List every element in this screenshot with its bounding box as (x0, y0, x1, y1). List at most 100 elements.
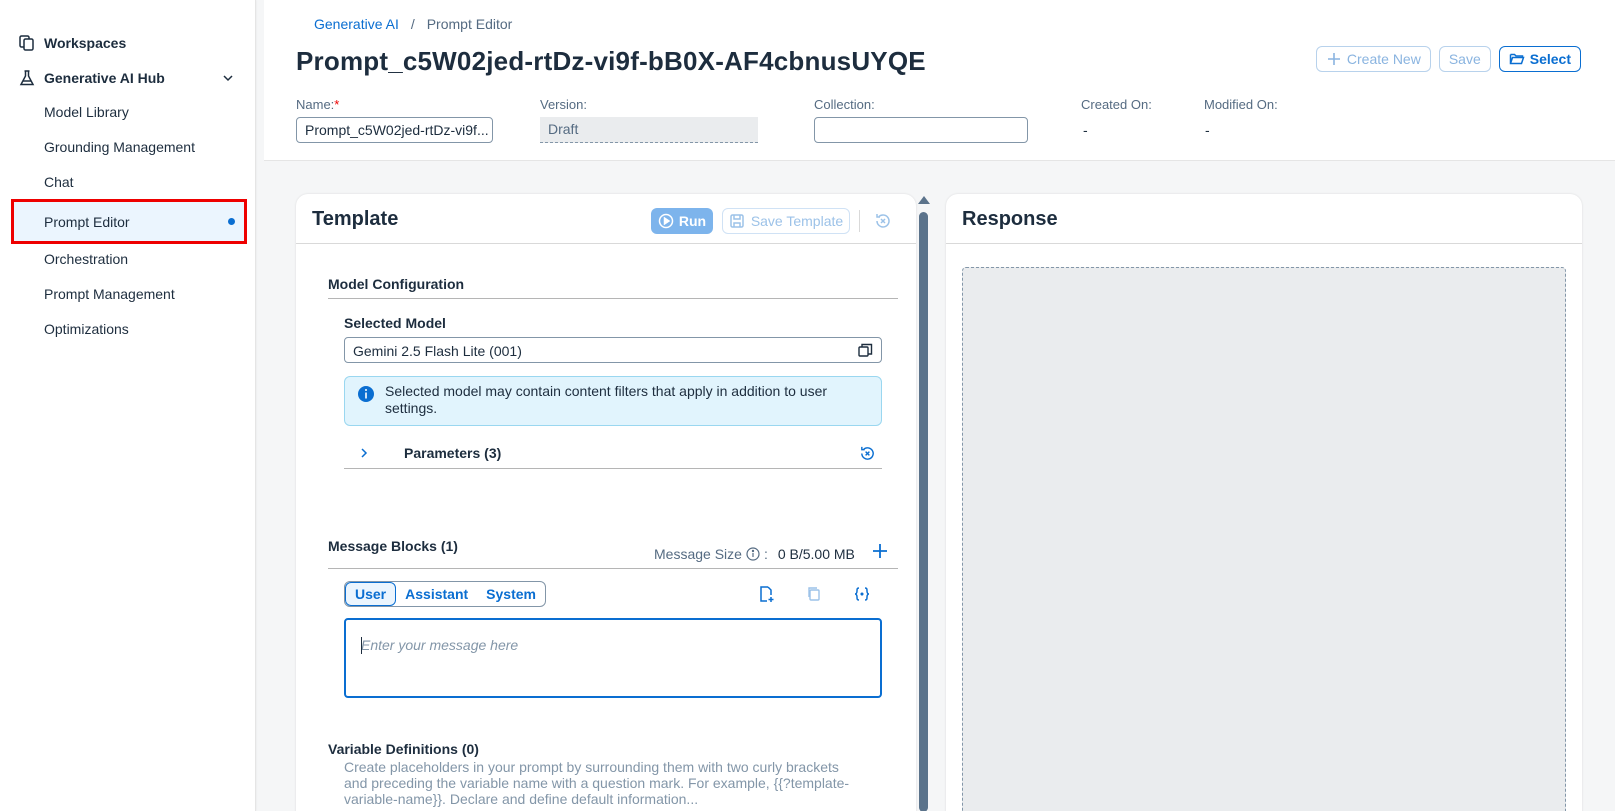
workspaces-label: Workspaces (44, 35, 127, 51)
parameters-label: Parameters (3) (404, 445, 502, 461)
modified-on-label: Modified On: (1204, 97, 1278, 112)
save-label: Save (1448, 51, 1481, 67)
active-indicator-dot (228, 218, 235, 225)
reset-parameters-icon[interactable] (859, 445, 876, 462)
page-title: Prompt_c5W02jed-rtDz-vi9f-bB0X-AF4cbnusU… (296, 46, 926, 76)
response-title: Response (962, 208, 1058, 230)
sidebar-item-label: Orchestration (44, 251, 129, 267)
sidebar-item-prompt-editor[interactable]: Prompt Editor (11, 199, 247, 244)
sidebar-item-prompt-management[interactable]: Prompt Management (11, 276, 247, 312)
template-scrollbar-thumb[interactable] (919, 212, 928, 811)
sidebar: Workspaces Generative AI Hub Model Libra… (0, 0, 256, 811)
message-size: Message Size : 0 B/5.00 MB (654, 546, 855, 562)
header-toolbar: Create New Save Select (1315, 46, 1581, 72)
info-outline-icon[interactable] (746, 547, 760, 561)
role-assistant-button[interactable]: Assistant (396, 582, 477, 606)
sidebar-item-label: Prompt Editor (44, 213, 130, 230)
save-button[interactable]: Save (1438, 46, 1491, 72)
select-label: Select (1529, 51, 1571, 67)
sidebar-item-orchestration[interactable]: Orchestration (11, 241, 247, 277)
sidebar-item-label: Chat (44, 174, 74, 190)
info-message-strip: Selected model may contain content filte… (344, 376, 882, 426)
save-template-button[interactable]: Save Template (722, 208, 850, 234)
message-size-separator: : (763, 546, 768, 562)
breadcrumb: Generative AI / Prompt Editor (314, 16, 512, 32)
parameters-row[interactable]: Parameters (3) (344, 439, 882, 469)
model-configuration-title: Model Configuration (328, 276, 465, 292)
name-label: Name:* (296, 97, 340, 112)
role-user-button[interactable]: User (345, 582, 397, 606)
modified-on-value: - (1205, 122, 1210, 138)
template-panel: Template Run Save Template Model Configu… (296, 194, 916, 811)
message-blocks-title: Message Blocks (1) (328, 538, 458, 554)
sidebar-item-label: Prompt Management (44, 286, 175, 302)
created-on-label: Created On: (1081, 97, 1152, 112)
sidebar-item-label: Grounding Management (44, 139, 195, 155)
response-header-divider (946, 243, 1582, 244)
breadcrumb-separator: / (410, 16, 415, 32)
toolbar-separator (859, 210, 860, 232)
plus-icon (873, 544, 887, 558)
folder-open-icon (1509, 53, 1525, 65)
save-template-label: Save Template (750, 213, 844, 229)
reset-template-button[interactable] (870, 208, 896, 234)
copy-message-button[interactable] (801, 581, 827, 607)
selected-model-label: Selected Model (344, 315, 446, 331)
create-new-button[interactable]: Create New (1315, 46, 1431, 72)
version-label: Version: (540, 97, 587, 112)
response-panel: Response (946, 194, 1582, 811)
selected-model-value: Gemini 2.5 Flash Lite (001) (353, 343, 522, 359)
generative-ai-hub-nav[interactable]: Generative AI Hub (18, 69, 165, 87)
template-header-divider (296, 243, 916, 244)
chevron-right-icon[interactable] (358, 447, 370, 459)
sidebar-item-label: Model Library (44, 104, 129, 120)
insert-variable-button[interactable] (849, 581, 875, 607)
version-field: Draft (540, 117, 758, 143)
section-divider (328, 568, 898, 569)
name-input[interactable]: Prompt_c5W02jed-rtDz-vi9f... (296, 117, 493, 143)
add-document-icon (760, 586, 774, 602)
select-button[interactable]: Select (1498, 46, 1581, 72)
copy-icon (808, 587, 820, 601)
sidebar-item-model-library[interactable]: Model Library (11, 94, 247, 130)
sidebar-item-label: Optimizations (44, 321, 129, 337)
response-output-area (962, 267, 1566, 811)
object-header: Generative AI / Prompt Editor Prompt_c5W… (264, 0, 1615, 161)
reset-icon (876, 214, 890, 228)
collection-label: Collection: (814, 97, 875, 112)
template-title: Template (312, 208, 399, 230)
created-on-value: - (1083, 122, 1088, 138)
curly-brackets-icon (854, 587, 870, 601)
run-button[interactable]: Run (651, 208, 713, 234)
sidebar-item-grounding-management[interactable]: Grounding Management (11, 129, 247, 165)
variable-definitions-title: Variable Definitions (0) (328, 741, 479, 757)
add-message-block-button[interactable] (867, 538, 893, 564)
breadcrumb-current: Prompt Editor (426, 16, 513, 32)
sidebar-item-optimizations[interactable]: Optimizations (11, 311, 247, 347)
message-size-label: Message Size (654, 546, 742, 562)
message-input[interactable]: Enter your message here (344, 618, 882, 698)
run-label: Run (678, 213, 707, 229)
create-new-label: Create New (1346, 51, 1421, 67)
collection-input[interactable] (814, 117, 1028, 143)
role-system-button[interactable]: System (477, 582, 545, 606)
flask-icon (19, 70, 35, 86)
sidebar-item-chat[interactable]: Chat (11, 164, 247, 200)
variable-definitions-description: Create placeholders in your prompt by su… (344, 759, 850, 807)
scroll-up-arrow[interactable] (918, 196, 930, 204)
workspaces-nav[interactable]: Workspaces (18, 34, 126, 52)
message-size-value: 0 B/5.00 MB (777, 546, 855, 562)
plus-icon (1327, 53, 1340, 65)
section-divider (328, 298, 898, 299)
chevron-down-icon[interactable] (222, 72, 234, 84)
selected-model-input[interactable]: Gemini 2.5 Flash Lite (001) (344, 337, 882, 363)
play-icon (658, 213, 674, 229)
add-document-button[interactable] (753, 581, 779, 607)
save-icon (730, 214, 744, 228)
info-icon (358, 386, 374, 402)
value-help-icon[interactable] (858, 343, 873, 358)
workspaces-icon (19, 35, 34, 51)
role-segmented-button: User Assistant System (344, 581, 546, 607)
generative-ai-hub-label: Generative AI Hub (44, 70, 165, 86)
breadcrumb-link-generative-ai[interactable]: Generative AI (314, 16, 399, 32)
